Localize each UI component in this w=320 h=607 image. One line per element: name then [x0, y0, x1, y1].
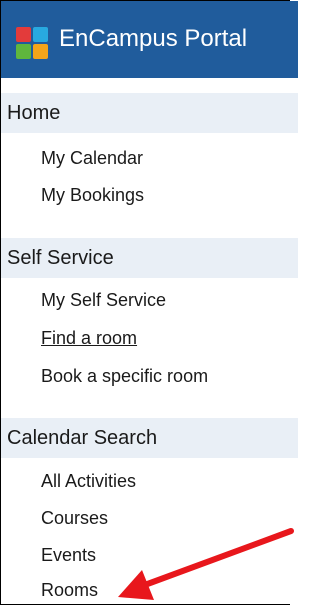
red-arrow-icon [118, 528, 294, 600]
